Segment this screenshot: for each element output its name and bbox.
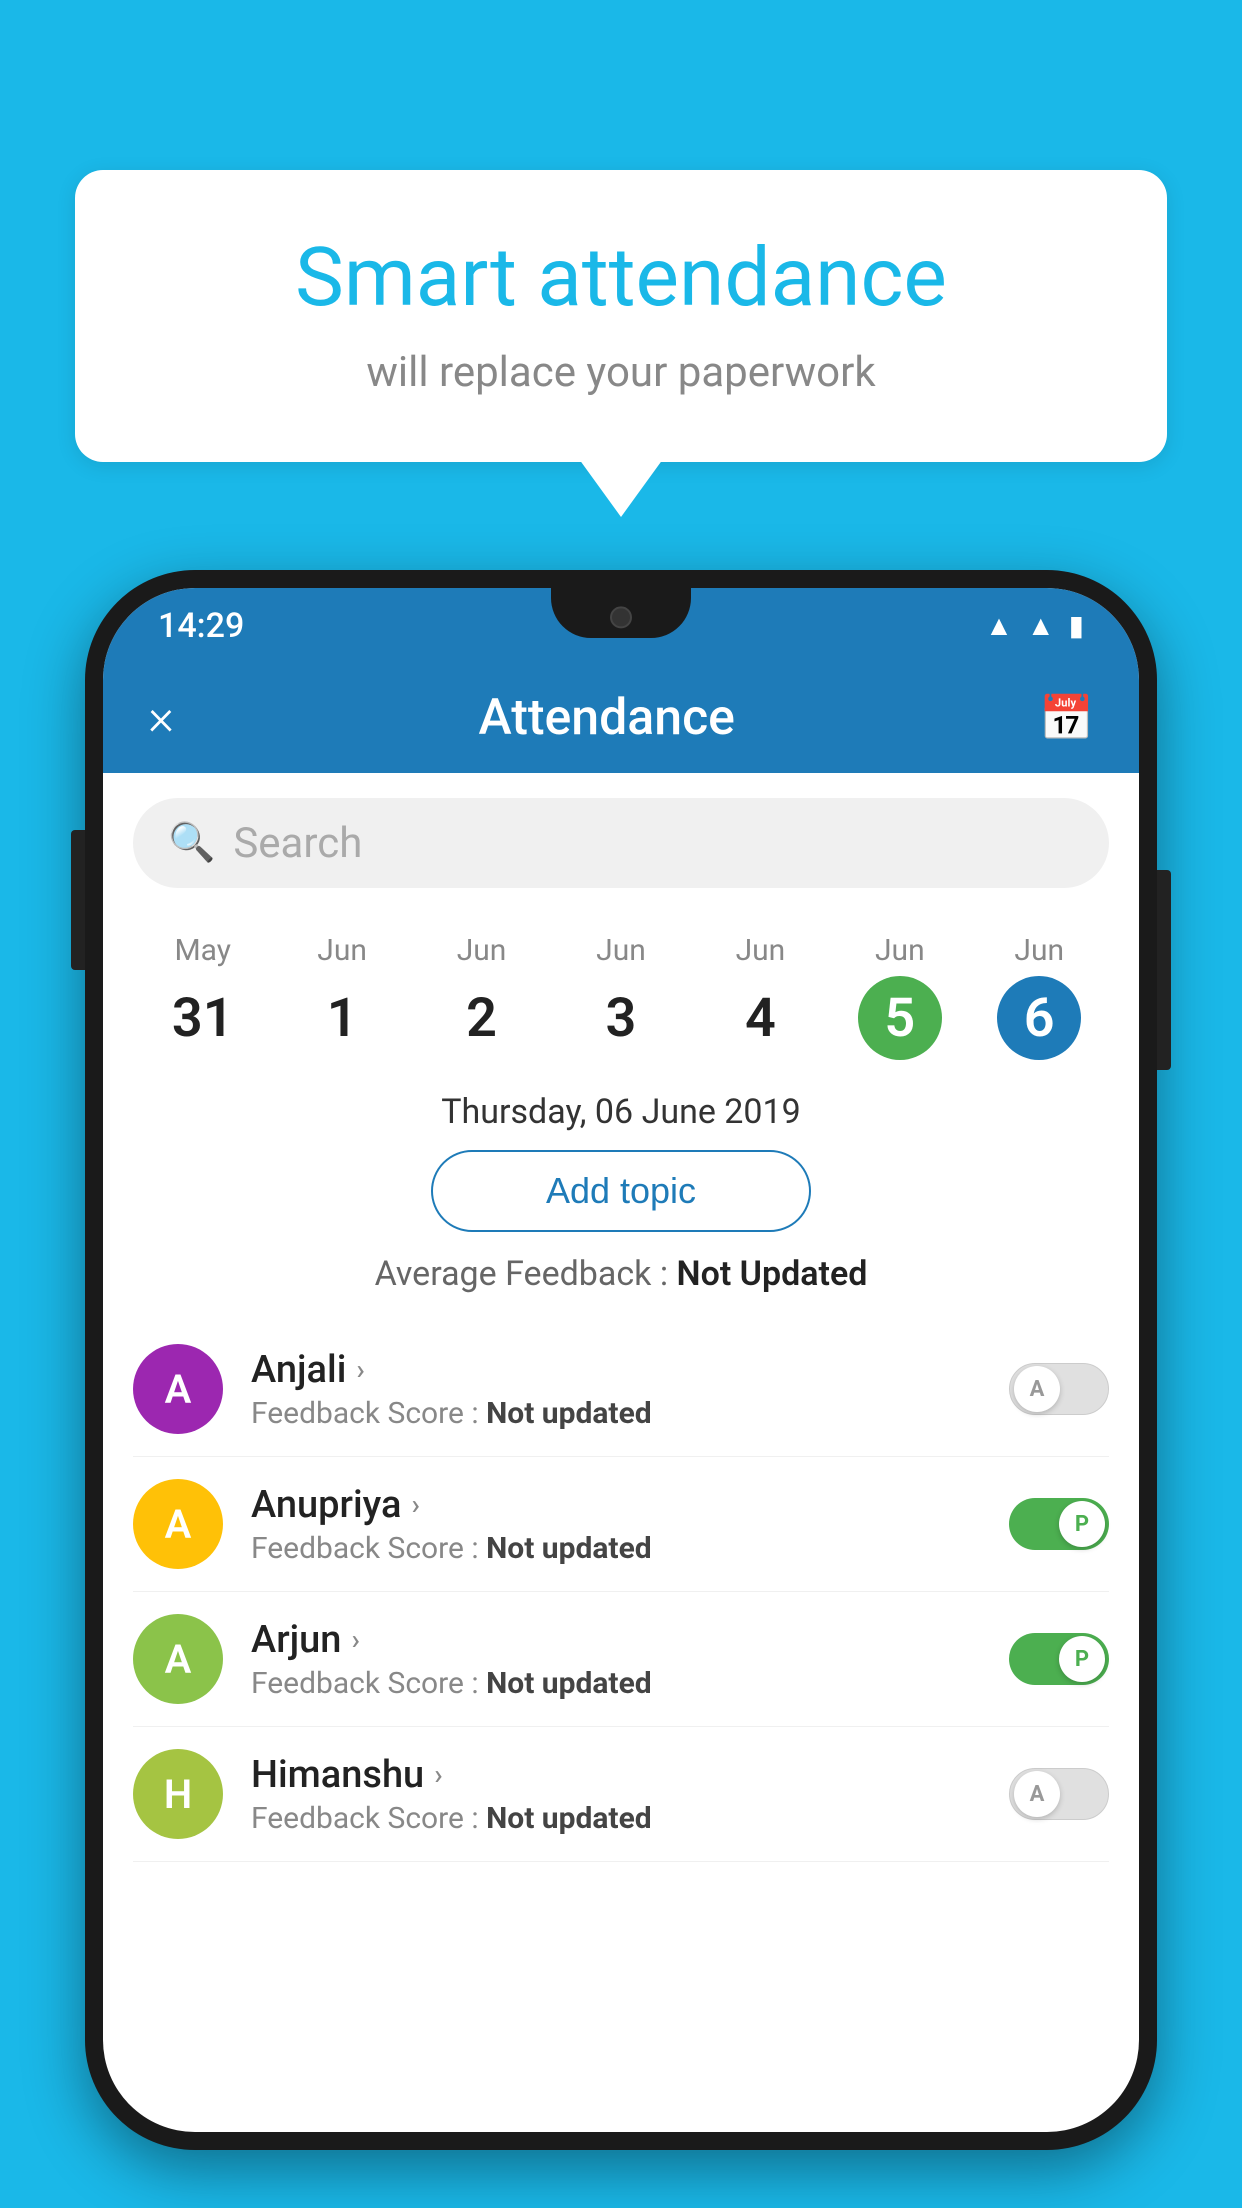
avg-feedback: Average Feedback : Not Updated <box>103 1254 1139 1294</box>
close-button[interactable]: × <box>148 689 174 747</box>
camera <box>610 606 632 628</box>
avatar: A <box>133 1479 223 1569</box>
phone-outer: 14:29 ▲ ▲ ▮ × Attendance 📅 🔍 Search May 3… <box>85 570 1157 2150</box>
chevron-icon: › <box>434 1758 442 1791</box>
avg-feedback-label: Average Feedback : <box>375 1254 669 1294</box>
cal-date-number: 5 <box>858 976 942 1060</box>
calendar-icon[interactable]: 📅 <box>1039 692 1094 744</box>
student-name: Himanshu › <box>251 1753 981 1797</box>
speech-bubble: Smart attendance will replace your paper… <box>75 170 1167 462</box>
attendance-toggle[interactable]: A <box>1009 1768 1109 1820</box>
cal-date-number: 1 <box>300 976 384 1060</box>
notch <box>551 588 691 638</box>
avatar: A <box>133 1614 223 1704</box>
toggle-knob: A <box>1014 1366 1060 1412</box>
search-input[interactable]: Search <box>233 819 362 868</box>
student-info: Anjali › Feedback Score : Not updated <box>251 1348 981 1431</box>
student-name: Anupriya › <box>251 1483 981 1527</box>
students-list: AAnjali ›Feedback Score : Not updatedAAA… <box>103 1322 1139 1862</box>
phone-wrapper: 14:29 ▲ ▲ ▮ × Attendance 📅 🔍 Search May 3… <box>85 570 1157 2208</box>
student-row[interactable]: A Arjun › Feedback Score : Not updated P <box>133 1592 1109 1727</box>
calendar-day-0[interactable]: May 31 <box>133 933 272 1060</box>
cal-month-label: Jun <box>272 933 411 968</box>
app-bar: × Attendance 📅 <box>103 663 1139 773</box>
cal-month-label: Jun <box>830 933 969 968</box>
toggle-knob: A <box>1014 1771 1060 1817</box>
feedback-value: Not updated <box>486 1396 652 1431</box>
avatar: H <box>133 1749 223 1839</box>
toggle-knob: P <box>1059 1501 1105 1547</box>
cal-date-number: 6 <box>997 976 1081 1060</box>
student-name: Anjali › <box>251 1348 981 1392</box>
cal-date-number: 3 <box>579 976 663 1060</box>
cal-date-number: 31 <box>161 976 245 1060</box>
cal-month-label: Jun <box>551 933 690 968</box>
bubble-subtitle: will replace your paperwork <box>125 348 1117 397</box>
calendar-day-1[interactable]: Jun 1 <box>272 933 411 1060</box>
attendance-toggle-wrap[interactable]: P <box>1009 1633 1109 1685</box>
calendar-strip: May 31 Jun 1 Jun 2 Jun 3 Jun 4 Jun 5 Jun 6 <box>103 913 1139 1070</box>
feedback-value: Not updated <box>486 1801 652 1836</box>
calendar-day-3[interactable]: Jun 3 <box>551 933 690 1060</box>
speech-bubble-wrapper: Smart attendance will replace your paper… <box>75 170 1167 462</box>
feedback-value: Not updated <box>486 1531 652 1566</box>
cal-date-number: 4 <box>718 976 802 1060</box>
student-name: Arjun › <box>251 1618 981 1662</box>
avg-feedback-value: Not Updated <box>677 1254 868 1294</box>
battery-icon: ▮ <box>1069 609 1084 642</box>
signal-icon: ▲ <box>1027 609 1055 642</box>
student-feedback: Feedback Score : Not updated <box>251 1531 981 1566</box>
status-time: 14:29 <box>158 606 244 646</box>
toggle-knob: P <box>1059 1636 1105 1682</box>
chevron-icon: › <box>411 1488 419 1521</box>
cal-month-label: May <box>133 933 272 968</box>
chevron-icon: › <box>356 1353 364 1386</box>
attendance-toggle[interactable]: A <box>1009 1363 1109 1415</box>
cal-month-label: Jun <box>412 933 551 968</box>
attendance-toggle-wrap[interactable]: A <box>1009 1363 1109 1415</box>
status-icons: ▲ ▲ ▮ <box>985 609 1084 642</box>
student-info: Arjun › Feedback Score : Not updated <box>251 1618 981 1701</box>
search-container[interactable]: 🔍 Search <box>133 798 1109 888</box>
cal-month-label: Jun <box>691 933 830 968</box>
avatar: A <box>133 1344 223 1434</box>
cal-date-number: 2 <box>440 976 524 1060</box>
wifi-icon: ▲ <box>985 609 1013 642</box>
calendar-day-6[interactable]: Jun 6 <box>970 933 1109 1060</box>
phone-screen: 14:29 ▲ ▲ ▮ × Attendance 📅 🔍 Search May 3… <box>103 588 1139 2132</box>
date-display: Thursday, 06 June 2019 <box>103 1070 1139 1150</box>
student-row[interactable]: A Anjali › Feedback Score : Not updated A <box>133 1322 1109 1457</box>
student-info: Himanshu › Feedback Score : Not updated <box>251 1753 981 1836</box>
calendar-day-5[interactable]: Jun 5 <box>830 933 969 1060</box>
student-info: Anupriya › Feedback Score : Not updated <box>251 1483 981 1566</box>
attendance-toggle-wrap[interactable]: A <box>1009 1768 1109 1820</box>
feedback-value: Not updated <box>486 1666 652 1701</box>
status-bar: 14:29 ▲ ▲ ▮ <box>103 588 1139 663</box>
search-icon: 🔍 <box>168 821 215 865</box>
calendar-day-4[interactable]: Jun 4 <box>691 933 830 1060</box>
student-row[interactable]: A Anupriya › Feedback Score : Not updated P <box>133 1457 1109 1592</box>
calendar-day-2[interactable]: Jun 2 <box>412 933 551 1060</box>
attendance-toggle[interactable]: P <box>1009 1498 1109 1550</box>
bubble-title: Smart attendance <box>125 230 1117 326</box>
chevron-icon: › <box>351 1623 359 1656</box>
student-row[interactable]: H Himanshu › Feedback Score : Not updated A <box>133 1727 1109 1862</box>
attendance-toggle-wrap[interactable]: P <box>1009 1498 1109 1550</box>
student-feedback: Feedback Score : Not updated <box>251 1666 981 1701</box>
app-bar-title: Attendance <box>478 689 735 747</box>
add-topic-button[interactable]: Add topic <box>431 1150 811 1232</box>
attendance-toggle[interactable]: P <box>1009 1633 1109 1685</box>
student-feedback: Feedback Score : Not updated <box>251 1396 981 1431</box>
cal-month-label: Jun <box>970 933 1109 968</box>
student-feedback: Feedback Score : Not updated <box>251 1801 981 1836</box>
